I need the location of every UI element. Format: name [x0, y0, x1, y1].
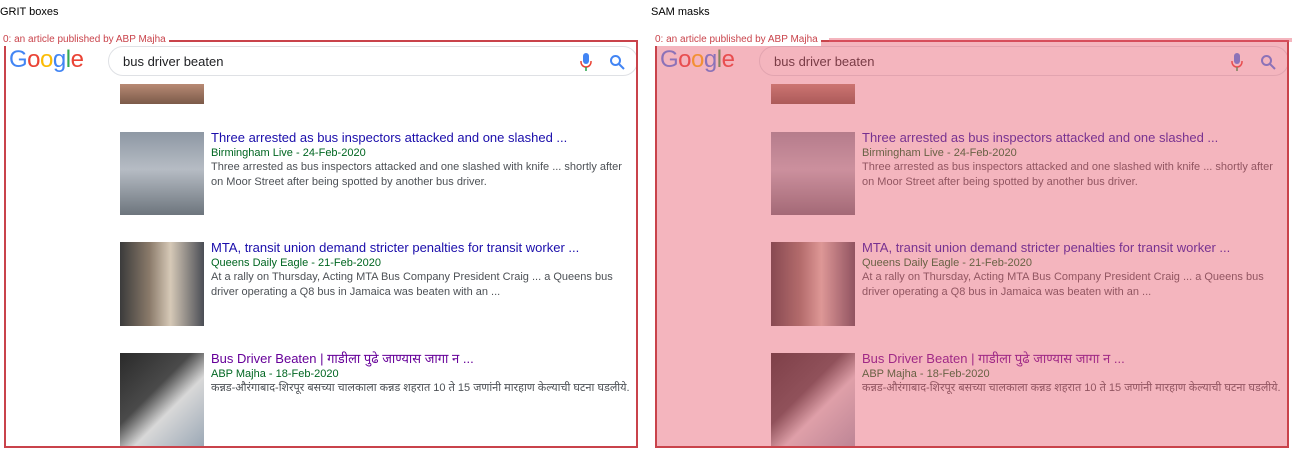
- grit-panel: Google Three arrested as bus inspectors …: [4, 40, 638, 448]
- search-result: Bus Driver Beaten | गाडीला पुढे जाण्यास …: [211, 351, 631, 396]
- result-snippet: At a rally on Thursday, Acting MTA Bus C…: [211, 271, 613, 298]
- result-thumbnail[interactable]: [120, 353, 204, 448]
- sam-segmentation-mask: [655, 40, 1289, 448]
- result-source: ABP Majha - 18-Feb-2020: [211, 368, 339, 380]
- sam-mask-edge: [829, 38, 1292, 42]
- logo-letter: G: [9, 46, 28, 73]
- logo-letter: o: [40, 46, 53, 73]
- result-snippet: कन्नड-औरंगाबाद-शिरपूर बसच्या चालकाला कन्…: [211, 382, 630, 394]
- result-thumbnail[interactable]: [120, 132, 204, 215]
- search-header: Google: [4, 40, 638, 84]
- sam-mask-label: 0: an article published by ABP Majha: [652, 33, 821, 46]
- grit-box-label: 0: an article published by ABP Majha: [0, 33, 169, 46]
- search-result: MTA, transit union demand stricter penal…: [211, 240, 631, 300]
- search-box[interactable]: [108, 46, 638, 76]
- logo-letter: e: [70, 46, 84, 73]
- result-thumbnail[interactable]: [120, 84, 204, 104]
- result-thumbnail[interactable]: [120, 242, 204, 326]
- search-icon[interactable]: [609, 54, 625, 70]
- search-input[interactable]: [123, 53, 543, 69]
- result-title-link[interactable]: Bus Driver Beaten | गाडीला पुढे जाण्यास …: [211, 351, 631, 367]
- result-source: Birmingham Live - 24-Feb-2020: [211, 147, 366, 159]
- logo-letter: g: [52, 46, 66, 73]
- result-title-link[interactable]: MTA, transit union demand stricter penal…: [211, 240, 631, 256]
- microphone-icon[interactable]: [579, 53, 593, 71]
- sam-panel: Google Three arrested as bus inspectors …: [655, 40, 1289, 448]
- result-source: Queens Daily Eagle - 21-Feb-2020: [211, 257, 381, 269]
- sam-panel-title: SAM masks: [651, 6, 710, 18]
- search-results-screen: Google Three arrested as bus inspectors …: [4, 40, 638, 448]
- grit-panel-title: GRIT boxes: [0, 6, 59, 18]
- result-snippet: Three arrested as bus inspectors attacke…: [211, 161, 622, 188]
- google-logo[interactable]: Google: [9, 46, 84, 74]
- result-title-link[interactable]: Three arrested as bus inspectors attacke…: [211, 130, 631, 146]
- logo-letter: o: [27, 46, 41, 73]
- search-result: Three arrested as bus inspectors attacke…: [211, 130, 631, 190]
